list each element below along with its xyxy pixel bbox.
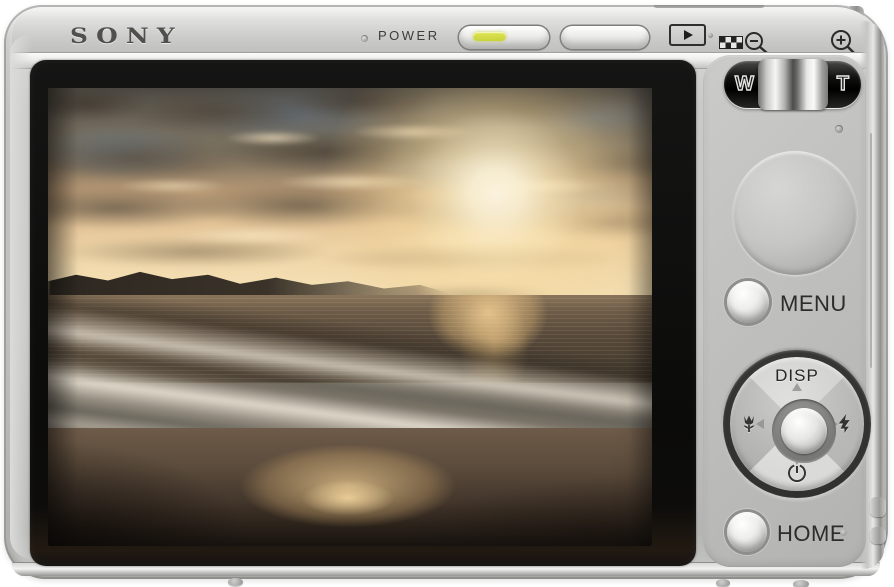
playback-icon [684, 30, 693, 40]
bottom-foot [716, 579, 730, 587]
dial-up-arrow[interactable] [792, 383, 802, 391]
home-label: HOME [777, 521, 845, 547]
zoom-tele-label: T [837, 73, 849, 96]
control-dial-face[interactable]: DISP [730, 357, 864, 491]
index-thumbnails-icon [719, 36, 743, 49]
dial-center-ring [772, 399, 836, 463]
playback-button[interactable] [669, 24, 706, 46]
dial-ok-button[interactable] [781, 408, 827, 454]
panel-screw [835, 125, 843, 133]
strap-lug [870, 527, 886, 544]
power-accent-stripe [473, 32, 506, 41]
camera-top-plate: SONY POWER [12, 8, 880, 53]
shutter-button[interactable] [561, 26, 649, 49]
power-led [361, 35, 368, 42]
strap-lug [870, 497, 886, 517]
zoom-rocker[interactable]: W T [724, 61, 861, 108]
photo-vignette [48, 88, 652, 546]
menu-label: MENU [780, 291, 847, 317]
bottom-foot [228, 578, 243, 586]
home-indicator-dot [840, 529, 847, 536]
thumb-rest-pad [733, 151, 857, 275]
lcd-screen-photo [48, 88, 652, 546]
self-timer-icon[interactable] [786, 462, 808, 484]
side-seam [870, 133, 872, 368]
brand-logo: SONY [70, 23, 183, 48]
body-highlight [10, 35, 32, 559]
zoom-rocker-roller[interactable] [758, 59, 828, 110]
zoom-wide-label: W [735, 73, 754, 96]
access-led [708, 33, 713, 38]
product-photo-stage: SONY POWER [0, 0, 894, 587]
dial-left-arrow[interactable] [756, 419, 764, 429]
lcd-bezel [30, 60, 696, 566]
control-dial[interactable]: DISP [723, 350, 871, 498]
power-label: POWER [378, 28, 440, 43]
bottom-foot [793, 580, 809, 587]
menu-button[interactable] [727, 281, 769, 323]
home-button[interactable] [727, 512, 767, 552]
power-button[interactable] [459, 26, 549, 49]
